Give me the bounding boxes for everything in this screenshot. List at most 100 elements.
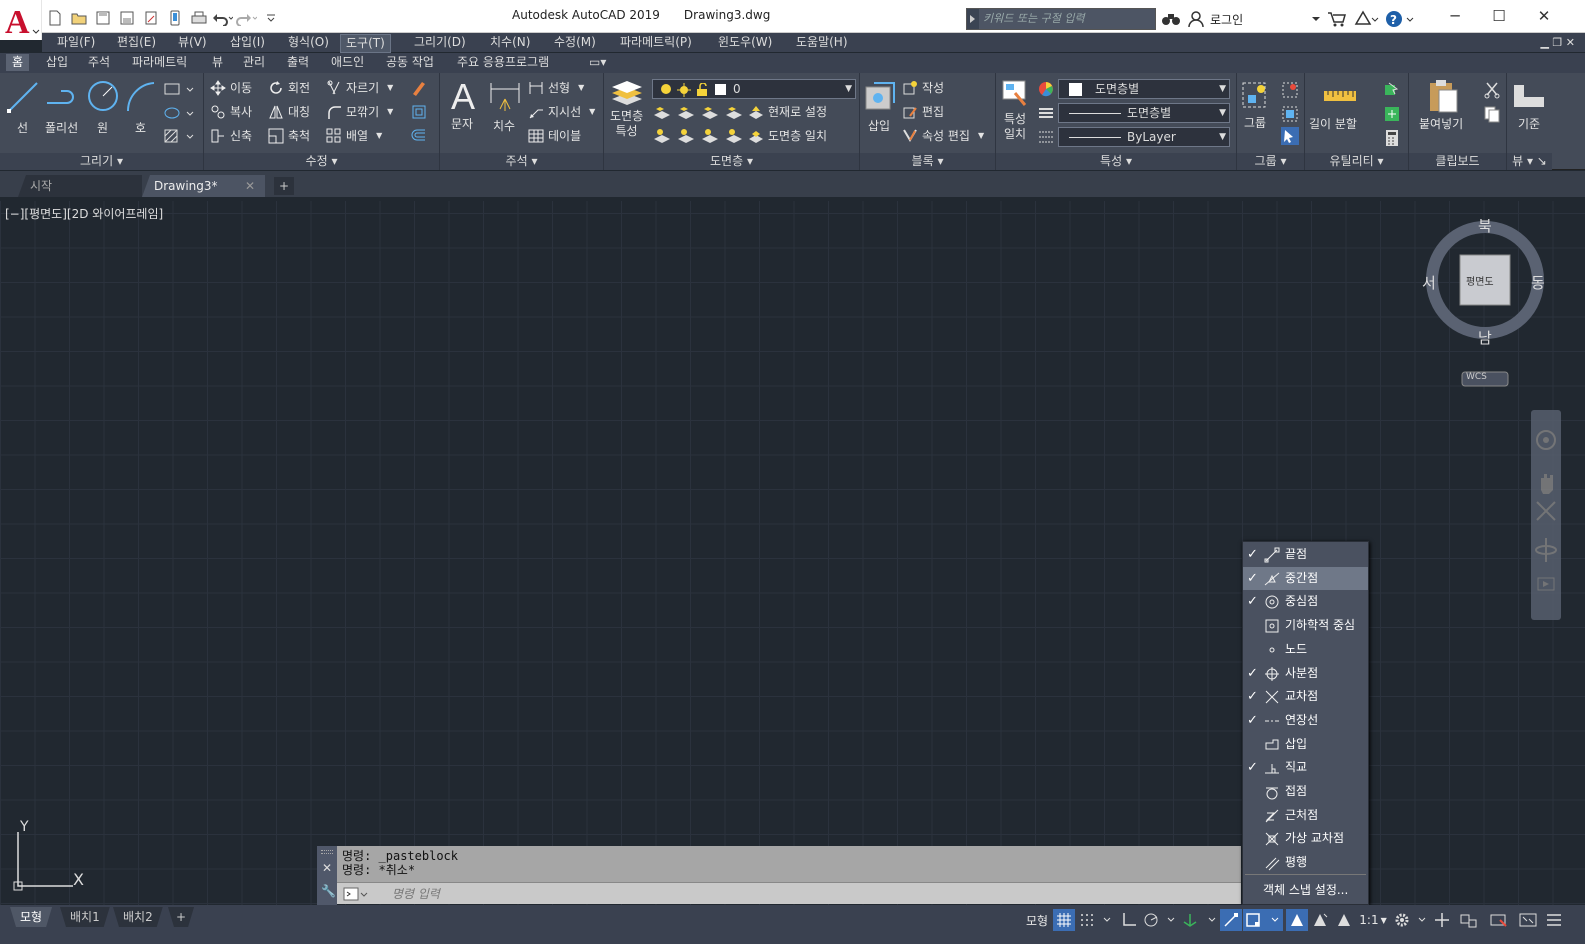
properties-panel-title[interactable]: 특성 ▾ <box>996 153 1236 170</box>
menu-view[interactable]: 뷰(V) <box>173 34 212 51</box>
snap-item-node[interactable]: 노드 <box>1243 638 1368 662</box>
menu-modify[interactable]: 수정(M) <box>549 34 601 51</box>
edit-block-button[interactable]: 편집 <box>902 103 944 120</box>
grid-icon[interactable] <box>1053 909 1075 931</box>
menu-help[interactable]: 도움말(H) <box>791 34 853 51</box>
north-label[interactable]: 북 <box>1478 215 1492 236</box>
tab-view[interactable]: 뷰 <box>206 54 229 71</box>
snap-item-nearest[interactable]: 근처점 <box>1243 804 1368 828</box>
tab-home[interactable]: 홈 <box>6 54 30 71</box>
tab-drawing3[interactable]: Drawing3* ✕ <box>142 175 265 197</box>
minimize-button[interactable]: ─ <box>1440 8 1470 26</box>
south-label[interactable]: 남 <box>1478 327 1492 348</box>
group-selection-icon[interactable] <box>1281 127 1299 145</box>
close-tab-icon[interactable]: ✕ <box>245 175 255 197</box>
auto-scale-icon[interactable] <box>1309 909 1331 931</box>
polyline-tool[interactable]: 폴리선 <box>44 79 82 135</box>
leader-button[interactable]: 지시선 ▼ <box>528 103 595 120</box>
linear-button[interactable]: 선형 ▼ <box>528 79 584 96</box>
command-prompt-icon[interactable] <box>343 887 369 901</box>
menu-tools[interactable]: 도구(T) <box>340 34 391 53</box>
edit-attribute-button[interactable]: 속성 편집 ▼ <box>902 127 984 144</box>
zoom-icon[interactable] <box>1536 501 1556 521</box>
close-window-button[interactable]: ✕ <box>1529 8 1559 26</box>
offset-icon[interactable] <box>410 127 428 145</box>
dimension-tool[interactable]: 치수 <box>488 79 522 133</box>
cut-icon[interactable] <box>1483 81 1501 99</box>
viewcube[interactable]: 북 남 동 서 평면도 WCS <box>1420 215 1555 390</box>
group-tool[interactable]: 그룹 <box>1241 81 1271 130</box>
orbit-icon[interactable] <box>1535 538 1557 562</box>
units-icon[interactable] <box>1457 909 1481 931</box>
fillet-button[interactable]: 모깎기 ▼ <box>326 103 393 120</box>
menu-window[interactable]: 윈도우(W) <box>713 34 777 51</box>
binoculars-icon[interactable] <box>1160 10 1182 28</box>
scale-dropdown[interactable]: 1:1 ▼ <box>1357 909 1389 931</box>
explode-icon[interactable] <box>410 103 428 121</box>
measure-tool[interactable] <box>1323 83 1359 105</box>
tab-start[interactable]: 시작 <box>18 175 142 197</box>
scale-button[interactable]: 축척 <box>268 127 310 144</box>
rectangle-tool[interactable] <box>163 81 195 97</box>
menu-insert[interactable]: 삽입(I) <box>225 34 270 51</box>
cart-icon[interactable] <box>1327 10 1347 28</box>
customize-status-icon[interactable] <box>1543 909 1565 931</box>
close-command-icon[interactable]: ✕ <box>322 861 332 875</box>
steering-wheel-icon[interactable] <box>1536 430 1556 450</box>
workspace-gear-icon[interactable] <box>1392 909 1428 931</box>
tab-manage[interactable]: 관리 <box>237 54 271 71</box>
tab-output[interactable]: 출력 <box>281 54 315 71</box>
tab-annotate[interactable]: 주석 <box>82 54 116 71</box>
west-label[interactable]: 서 <box>1422 272 1436 293</box>
copy-clip-icon[interactable] <box>1483 105 1501 123</box>
layout-tab-model[interactable]: 모형 <box>10 907 52 927</box>
annotation-scale-icon[interactable] <box>1333 909 1355 931</box>
new-icon[interactable] <box>44 8 65 28</box>
circle-tool[interactable]: 원 <box>86 79 120 135</box>
snap-item-geocenter[interactable]: 기하학적 중심 <box>1243 614 1368 638</box>
redo-icon[interactable] <box>236 8 257 28</box>
snap-item-perpendicular[interactable]: ✓ 직교 <box>1243 756 1368 780</box>
mirror-button[interactable]: 대칭 <box>268 103 310 120</box>
ribbon-toggle-icon[interactable]: ▭▾ <box>583 54 612 71</box>
search-input[interactable]: 키워드 또는 구절 입력 <box>979 9 1155 29</box>
insert-block-tool[interactable]: 삽입 <box>864 79 898 133</box>
web-mobile-open-icon[interactable] <box>140 8 161 28</box>
menu-dimension[interactable]: 치수(N) <box>485 34 535 51</box>
tab-featured-apps[interactable]: 주요 응용프로그램 <box>451 54 555 71</box>
tab-collaborate[interactable]: 공동 작업 <box>380 54 440 71</box>
array-button[interactable]: 배열 ▼ <box>326 127 382 144</box>
layer-properties-tool[interactable]: 도면층 특성 <box>610 79 644 138</box>
text-tool[interactable]: A 문자 <box>449 77 479 131</box>
groups-panel-title[interactable]: 그룹 ▾ <box>1237 153 1304 170</box>
layers-panel-title[interactable]: 도면층 ▾ <box>604 153 859 170</box>
snap-item-intersection[interactable]: ✓ 교차점 <box>1243 685 1368 709</box>
plot-icon[interactable] <box>188 8 209 28</box>
annotation-visibility-icon[interactable] <box>1286 909 1308 931</box>
layer-match-button[interactable]: 도면층 일치 <box>748 127 827 144</box>
ortho-icon[interactable] <box>1117 909 1141 931</box>
hatch-tool[interactable] <box>163 128 195 144</box>
login-button[interactable]: 로그인 <box>1210 11 1305 28</box>
layer-dropdown[interactable]: 0 ▼ <box>652 79 856 99</box>
ungroup-icon[interactable] <box>1281 81 1299 99</box>
add-layout-tab[interactable]: + <box>168 907 194 927</box>
create-block-button[interactable]: 작성 <box>902 79 944 96</box>
object-snap-icon[interactable] <box>1243 909 1283 931</box>
arc-tool[interactable]: 호 <box>124 79 158 135</box>
quick-select-icon[interactable] <box>1383 81 1401 99</box>
snap-item-midpoint[interactable]: ✓ 중간점 <box>1243 566 1368 591</box>
fullscreen-icon[interactable] <box>1516 909 1540 931</box>
open-icon[interactable] <box>68 8 89 28</box>
web-mobile-save-icon[interactable] <box>164 8 185 28</box>
object-snap-tracking-icon[interactable] <box>1220 909 1242 931</box>
hardware-acceleration-icon[interactable] <box>1487 909 1511 931</box>
menu-parametric[interactable]: 파라메트릭(P) <box>615 34 697 51</box>
snap-item-tangent[interactable]: 접점 <box>1243 780 1368 804</box>
object-snap-settings-item[interactable]: 객체 스냅 설정... <box>1243 879 1368 903</box>
snap-item-extension[interactable]: ✓ 연장선 <box>1243 709 1368 733</box>
command-line-handle[interactable]: ✕ 🔧 <box>317 846 337 906</box>
stretch-button[interactable]: 신축 <box>210 127 252 144</box>
maximize-button[interactable]: ☐ <box>1484 8 1514 26</box>
undo-icon[interactable] <box>212 8 233 28</box>
